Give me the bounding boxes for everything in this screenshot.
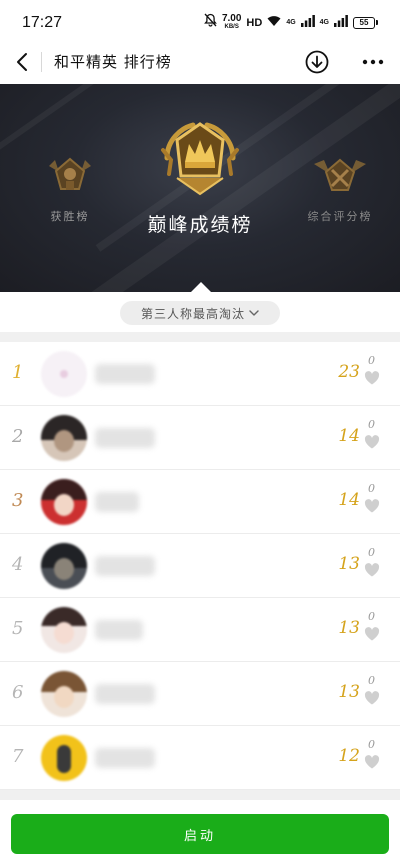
download-button[interactable]	[302, 47, 332, 77]
score: 14	[338, 426, 360, 446]
heart-icon	[364, 755, 380, 769]
heart-icon	[364, 499, 380, 513]
like-button[interactable]: 0	[364, 738, 386, 778]
battery-icon: 55	[353, 16, 378, 29]
score: 13	[338, 618, 360, 638]
battery-level: 55	[353, 16, 375, 29]
like-count: 0	[368, 738, 375, 751]
header-divider	[41, 52, 42, 72]
score: 14	[338, 490, 360, 510]
rank-number: 1	[12, 362, 24, 383]
mode-dropdown[interactable]: 第三人称最高淘汰	[120, 301, 280, 325]
ranking-row[interactable]: 1 23 0	[0, 342, 400, 406]
mute-bell-icon	[204, 13, 217, 32]
like-button[interactable]: 0	[364, 674, 386, 714]
heart-icon	[364, 691, 380, 705]
page-title: 和平精英 排行榜	[54, 53, 172, 71]
like-count: 0	[368, 418, 375, 431]
avatar	[41, 351, 87, 397]
rank-number: 7	[12, 746, 24, 767]
heart-icon	[364, 563, 380, 577]
rank-number: 4	[12, 554, 24, 575]
avatar	[41, 671, 87, 717]
player-name-blurred	[95, 556, 155, 576]
mode-value: 第三人称最高淘汰	[140, 306, 245, 321]
page-header: 和平精英 排行榜	[0, 40, 400, 84]
avatar	[41, 543, 87, 589]
like-button[interactable]: 0	[364, 418, 386, 458]
avatar	[41, 607, 87, 653]
tab-label: 综合评分榜	[307, 210, 373, 223]
hd-badge: HD	[246, 16, 263, 29]
heart-icon	[364, 435, 380, 449]
status-icons: 7.00 KB/S HD 4G 4G 55	[204, 13, 378, 32]
launch-bar: 启动	[0, 800, 400, 867]
peak-crown-badge-icon	[161, 122, 239, 196]
score: 23	[338, 362, 360, 382]
player-name-blurred	[95, 684, 155, 704]
like-button[interactable]: 0	[364, 482, 386, 522]
player-name-blurred	[95, 620, 143, 640]
ranking-row[interactable]: 6 13 0	[0, 662, 400, 726]
footer-divider	[0, 790, 400, 800]
like-button[interactable]: 0	[364, 610, 386, 650]
heart-icon	[364, 627, 380, 641]
more-dots-icon	[362, 59, 384, 65]
leaderboard-banner: 获胜榜 巅峰成绩榜 综合评分榜	[0, 84, 400, 292]
ranking-row[interactable]: 2 14 0	[0, 406, 400, 470]
network-type-2: 4G	[319, 18, 329, 26]
status-bar: 17:27 7.00 KB/S HD 4G 4G 55	[0, 0, 400, 40]
signal-icon	[300, 14, 315, 32]
mode-selector-area: 第三人称最高淘汰	[0, 292, 400, 332]
ranking-row[interactable]: 3 14 0	[0, 470, 400, 534]
tab-label: 获胜榜	[50, 210, 90, 223]
back-arrow-icon	[17, 53, 27, 71]
like-count: 0	[368, 674, 375, 687]
avatar	[41, 479, 87, 525]
back-button[interactable]	[8, 48, 36, 76]
tab-peak-board[interactable]: 巅峰成绩榜	[120, 120, 280, 237]
tab-label: 巅峰成绩榜	[147, 214, 253, 236]
player-name-blurred	[95, 748, 155, 768]
tab-winner-board[interactable]: 获胜榜	[30, 156, 110, 224]
like-count: 0	[368, 354, 375, 367]
like-count: 0	[368, 482, 375, 495]
ranking-row[interactable]: 5 13 0	[0, 598, 400, 662]
like-count: 0	[368, 610, 375, 623]
player-name-blurred	[95, 492, 139, 512]
like-count: 0	[368, 546, 375, 559]
player-name-blurred	[95, 428, 155, 448]
score: 13	[338, 554, 360, 574]
selected-tab-pointer	[191, 282, 211, 292]
winner-badge-icon	[49, 157, 91, 190]
rank-number: 6	[12, 682, 24, 703]
rank-number: 5	[12, 618, 24, 639]
tab-rating-board[interactable]: 综合评分榜	[290, 156, 390, 224]
section-divider	[0, 332, 400, 342]
avatar	[41, 735, 87, 781]
network-type-1: 4G	[286, 18, 296, 26]
rank-number: 2	[12, 426, 24, 447]
chevron-down-icon	[249, 310, 259, 316]
like-button[interactable]: 0	[364, 546, 386, 586]
ranking-list: 1 23 0 2 14 0 3 14 0 4 13 0 5 13 0 6 13 …	[0, 342, 400, 790]
signal-icon	[334, 14, 348, 32]
heart-icon	[364, 371, 380, 385]
more-button[interactable]	[356, 47, 390, 77]
status-time: 17:27	[22, 14, 63, 31]
avatar	[41, 415, 87, 461]
ranking-row[interactable]: 4 13 0	[0, 534, 400, 598]
net-speed: 7.00 KB/S	[221, 12, 242, 30]
download-circle-icon	[305, 50, 329, 74]
score: 12	[338, 746, 360, 766]
player-name-blurred	[95, 364, 155, 384]
score: 13	[338, 682, 360, 702]
wifi-icon	[267, 14, 281, 32]
like-button[interactable]: 0	[364, 354, 386, 394]
rank-number: 3	[12, 490, 24, 511]
rating-wings-badge-icon	[314, 158, 366, 191]
ranking-row[interactable]: 7 12 0	[0, 726, 400, 790]
launch-button[interactable]: 启动	[11, 814, 389, 854]
